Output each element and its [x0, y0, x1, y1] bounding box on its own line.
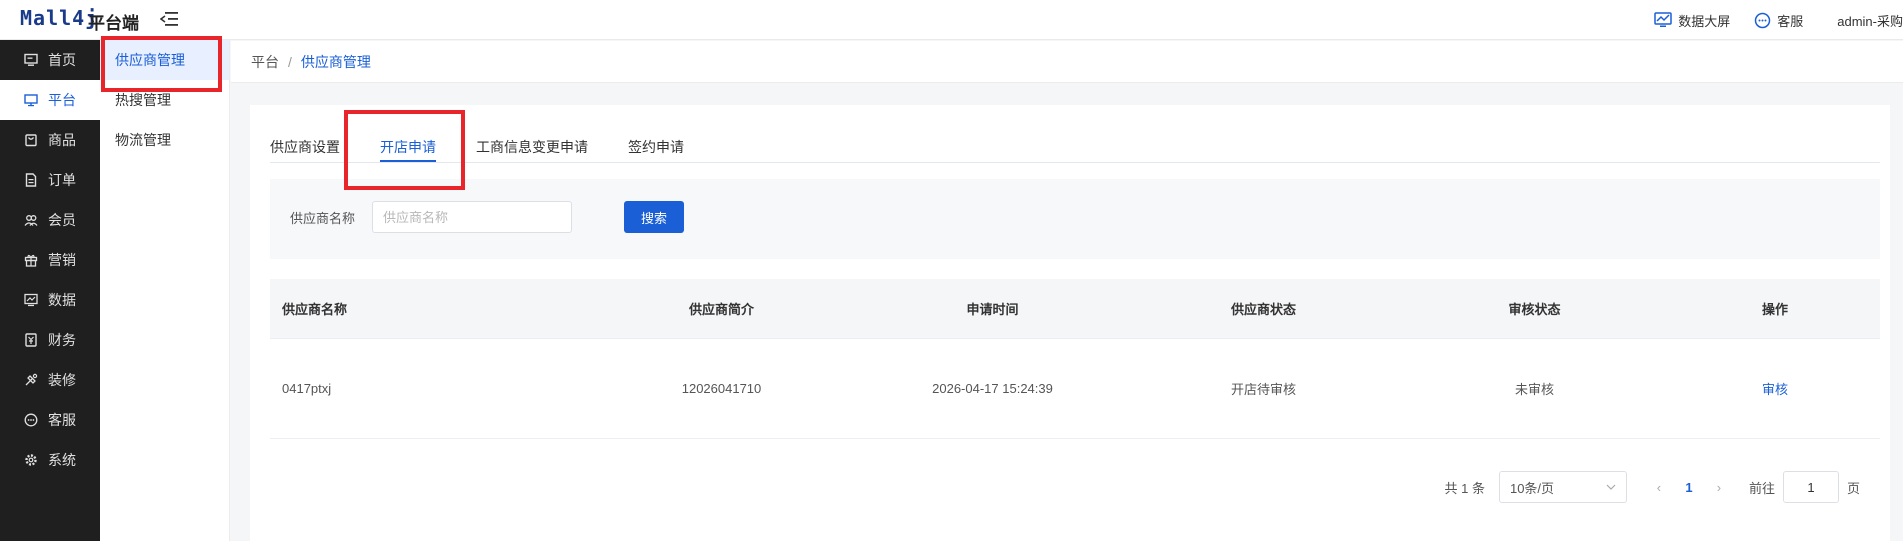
column-header: 供应商状态	[1230, 302, 1296, 317]
goto-label: 前往	[1748, 480, 1775, 496]
subnav-logistics[interactable]: 物流管理	[100, 120, 229, 160]
user-menu[interactable]: admin-采购	[1837, 11, 1903, 30]
data-screen-link[interactable]: 数据大屏	[1654, 11, 1730, 30]
data-screen-label: 数据大屏	[1678, 13, 1731, 29]
monitor-icon	[24, 53, 38, 66]
sidebar-item-service[interactable]: 客服	[0, 400, 100, 440]
sidebar-item-finance[interactable]: 财务	[0, 320, 100, 360]
content-card: 供应商设置 开店申请 工商信息变更申请 签约申请 供应商名称 搜索 供应商名称 …	[250, 105, 1890, 541]
gift-icon	[24, 254, 38, 267]
tab-supplier-settings[interactable]: 供应商设置	[270, 137, 340, 157]
decor-icon	[25, 373, 38, 386]
sidebar-item-platform[interactable]: 平台	[0, 80, 100, 120]
highlight-box-subnav	[101, 36, 222, 92]
sidebar-item-orders[interactable]: 订单	[0, 160, 100, 200]
sidebar-item-label: 会员	[48, 212, 76, 228]
sidebar-item-products[interactable]: 商品	[0, 120, 100, 160]
tab-business-info-change[interactable]: 工商信息变更申请	[476, 137, 588, 157]
cell-supplier-name: 0417ptxj	[282, 381, 332, 396]
finance-icon	[25, 333, 37, 347]
sidebar-item-label: 财务	[48, 332, 76, 348]
sidebar-item-system[interactable]: 系统	[0, 440, 100, 480]
search-panel: 供应商名称 搜索	[270, 179, 1880, 259]
pagination: 共 1 条 10条/页 ‹ 1 › 前往 页	[1444, 471, 1860, 503]
cell-review-status: 未审核	[1514, 382, 1554, 397]
cell-supplier-intro: 12026041710	[681, 381, 762, 396]
cell-action: 审核	[1670, 379, 1880, 398]
sidebar-item-home[interactable]: 首页	[0, 40, 100, 80]
goto-page-input[interactable]	[1782, 471, 1839, 503]
highlight-box-tab	[344, 110, 465, 190]
next-page-icon[interactable]: ›	[1709, 480, 1729, 495]
service-link[interactable]: 客服	[1754, 11, 1803, 30]
column-header: 操作	[1761, 302, 1788, 317]
sidebar-item-members[interactable]: 会员	[0, 200, 100, 240]
breadcrumb: 平台 / 供应商管理	[231, 41, 1903, 83]
sidebar-item-label: 商品	[48, 132, 76, 148]
brand-subtitle: 平台端	[88, 14, 139, 33]
sidebar-item-label: 订单	[48, 172, 76, 188]
column-header: 审核状态	[1508, 302, 1561, 317]
page-number[interactable]: 1	[1669, 480, 1709, 495]
dashboard-icon	[1654, 12, 1672, 27]
search-label: 供应商名称	[290, 211, 356, 226]
sidebar-item-label: 系统	[48, 452, 76, 468]
sidebar-item-label: 营销	[48, 252, 76, 268]
chevron-down-icon	[1606, 484, 1616, 490]
collapse-menu-icon[interactable]	[160, 11, 178, 27]
chart-icon	[24, 293, 38, 307]
sidebar-item-marketing[interactable]: 营销	[0, 240, 100, 280]
prev-page-icon[interactable]: ‹	[1649, 480, 1669, 495]
top-header: Mall4j 平台端 数据大屏 客服 admin-采购	[0, 0, 1903, 40]
column-header: 供应商简介	[688, 302, 754, 317]
cell-apply-time: 2026-04-17 15:24:39	[932, 381, 1053, 396]
chat-icon	[24, 413, 38, 427]
pagination-total: 共 1 条	[1444, 480, 1485, 496]
sidebar-item-label: 客服	[48, 412, 76, 428]
sidebar-item-label: 平台	[48, 92, 76, 108]
breadcrumb-root[interactable]: 平台	[251, 52, 279, 72]
column-header: 申请时间	[966, 302, 1019, 317]
sidebar-item-decoration[interactable]: 装修	[0, 360, 100, 400]
supplier-table: 供应商名称 供应商简介 申请时间 供应商状态 审核状态 操作 0417ptxj …	[270, 279, 1880, 439]
sidebar-item-label: 数据	[48, 292, 76, 308]
breadcrumb-current: 供应商管理	[300, 53, 371, 70]
review-link[interactable]: 审核	[1762, 382, 1788, 397]
supplier-name-input[interactable]	[372, 201, 572, 233]
sidebar-item-label: 装修	[48, 372, 76, 388]
column-header: 供应商名称	[282, 302, 348, 317]
bag-icon	[25, 134, 37, 147]
users-icon	[24, 215, 38, 226]
brand-logo[interactable]: Mall4j	[20, 6, 98, 30]
chat-bubble-icon	[1754, 12, 1771, 28]
desktop-icon	[24, 94, 38, 107]
table-header: 供应商名称 供应商简介 申请时间 供应商状态 审核状态 操作	[270, 279, 1880, 339]
sub-sidebar: 供应商管理 热搜管理 物流管理	[100, 40, 230, 541]
breadcrumb-separator: /	[288, 53, 292, 70]
search-button[interactable]: 搜索	[624, 201, 684, 233]
service-label: 客服	[1777, 13, 1804, 29]
document-icon	[25, 173, 37, 187]
table-row: 0417ptxj 12026041710 2026-04-17 15:24:39…	[270, 339, 1880, 439]
tab-contract-application[interactable]: 签约申请	[628, 137, 684, 157]
sidebar-item-label: 首页	[48, 52, 76, 68]
cell-supplier-status: 开店待审核	[1230, 382, 1296, 397]
page-size-value: 10条/页	[1509, 480, 1555, 496]
page-size-select[interactable]: 10条/页	[1498, 471, 1627, 503]
gear-icon	[25, 454, 37, 466]
goto-suffix: 页	[1846, 480, 1860, 496]
tab-bar: 供应商设置 开店申请 工商信息变更申请 签约申请	[270, 105, 1880, 163]
sidebar-item-data[interactable]: 数据	[0, 280, 100, 320]
main-sidebar: 首页 平台 商品 订单 会员 营销 数据 财务 装修 客服 系统	[0, 40, 100, 541]
